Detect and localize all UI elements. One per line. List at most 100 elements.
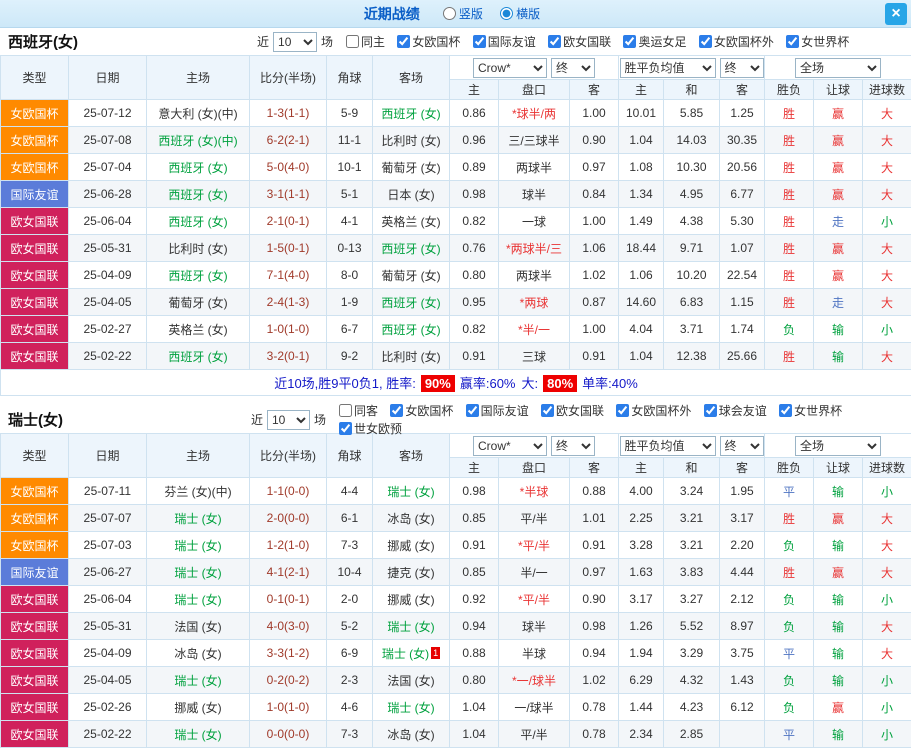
home-team-name: 冰岛 (女) — [174, 646, 222, 661]
league-badge: 欧女国联 — [0, 342, 69, 370]
league-filter[interactable]: 女欧国杯 — [390, 402, 453, 419]
match-date: 25-04-05 — [68, 288, 147, 316]
league-filter[interactable]: 欧女国联 — [548, 33, 611, 50]
odds-lose: 1.74 — [718, 315, 766, 343]
league-filter[interactable]: 国际友谊 — [465, 402, 529, 419]
swiss-league-filters: 同客 女欧国杯 国际友谊 欧女国联 女欧国杯外 球会友谊 女世界杯 世女欧预 — [330, 402, 903, 438]
home-water: 0.86 — [449, 99, 499, 127]
odds-mean-select[interactable]: 胜平负均值 — [619, 57, 716, 78]
league-filter-checkbox[interactable] — [698, 34, 712, 48]
home-team-name: 法国 (女) — [174, 619, 222, 634]
home-team: 瑞士 (女) — [146, 558, 250, 586]
league-filter[interactable]: 国际友谊 — [472, 33, 536, 50]
league-filter-label: 国际友谊 — [480, 403, 529, 418]
league-filter[interactable]: 女世界杯 — [786, 33, 849, 50]
col-header-type: 类型 — [0, 55, 69, 100]
view-mode-option[interactable]: 竖版 — [442, 5, 483, 22]
away-water: 0.94 — [569, 639, 619, 667]
league-filter-checkbox[interactable] — [338, 421, 352, 435]
recent-count-select[interactable]: 10 — [266, 409, 310, 430]
odds-win: 1.04 — [618, 126, 664, 154]
league-filter-checkbox[interactable] — [390, 403, 404, 417]
league-filter-checkbox[interactable] — [397, 34, 411, 48]
odds-draw: 5.85 — [663, 99, 720, 127]
handicap-result: 赢 — [813, 180, 864, 208]
col-header-odds-lose: 客 — [718, 457, 766, 478]
col-header-home: 主场 — [146, 433, 250, 478]
home-team: 瑞士 (女) — [146, 504, 250, 532]
match-date: 25-02-27 — [68, 315, 147, 343]
league-filter[interactable]: 同主 — [346, 33, 385, 50]
league-filter[interactable]: 女欧国杯外 — [698, 33, 774, 50]
league-filter-checkbox[interactable] — [786, 34, 800, 48]
result: 胜 — [764, 504, 815, 532]
league-badge: 女欧国杯 — [0, 126, 69, 154]
odds-time-select[interactable]: 终 — [719, 435, 764, 456]
league-filter-checkbox[interactable] — [338, 403, 352, 417]
league-badge: 欧女国联 — [0, 288, 69, 316]
result: 胜 — [764, 153, 815, 181]
result: 胜 — [764, 207, 815, 235]
recent-count-select[interactable]: 10 — [273, 31, 318, 52]
close-button[interactable]: × — [885, 3, 907, 25]
league-filter[interactable]: 女欧国杯 — [397, 33, 460, 50]
league-filter[interactable]: 球会友谊 — [703, 402, 767, 419]
league-filter-checkbox[interactable] — [548, 34, 562, 48]
goals-result: 小 — [862, 315, 911, 343]
league-filter-checkbox[interactable] — [623, 34, 637, 48]
view-mode-option[interactable]: 横版 — [500, 5, 540, 22]
league-badge: 欧女国联 — [0, 666, 69, 694]
scope-select[interactable]: 全场 — [795, 435, 882, 456]
league-filter-checkbox[interactable] — [779, 403, 793, 417]
scope-select[interactable]: 全场 — [795, 57, 882, 78]
league-filter-checkbox[interactable] — [541, 403, 555, 417]
league-filter[interactable]: 女欧国杯外 — [616, 402, 691, 419]
league-filter-checkbox[interactable] — [472, 34, 486, 48]
league-filter-checkbox[interactable] — [703, 403, 717, 417]
home-water: 0.98 — [449, 180, 499, 208]
handicap-line: *一/球半 — [498, 666, 570, 694]
corners: 5-9 — [326, 99, 373, 127]
view-mode-radio[interactable] — [500, 6, 514, 20]
away-team-name: 西班牙 (女) — [381, 295, 441, 310]
match-date: 25-02-22 — [68, 342, 147, 370]
away-water: 0.87 — [569, 288, 619, 316]
league-filter[interactable]: 女世界杯 — [779, 402, 842, 419]
view-mode-radio[interactable] — [442, 6, 456, 20]
league-badge: 国际友谊 — [0, 180, 69, 208]
handicap-line: 三球 — [498, 342, 570, 370]
league-filter[interactable]: 同客 — [338, 402, 378, 419]
odds-source-select[interactable]: Crow* — [473, 57, 547, 78]
league-filter-checkbox[interactable] — [616, 403, 630, 417]
league-filter-label: 国际友谊 — [487, 34, 536, 49]
match-row: 欧女国联 25-06-04 瑞士 (女) 0-1(0-1) 2-0 挪威 (女)… — [0, 585, 911, 613]
away-team-name: 捷克 (女) — [387, 565, 435, 580]
result: 负 — [764, 585, 815, 613]
home-water: 1.04 — [449, 720, 499, 748]
odds-lose: 5.30 — [718, 207, 766, 235]
home-team-name: 瑞士 (女) — [174, 673, 222, 688]
summary-text: 近10场,胜9平0负1, 胜率: — [274, 376, 416, 391]
handicap-line: 平/半 — [498, 504, 570, 532]
match-row: 国际友谊 25-06-28 西班牙 (女) 3-1(1-1) 5-1 日本 (女… — [0, 180, 911, 208]
odds-mean-select[interactable]: 胜平负均值 — [619, 435, 716, 456]
home-team-name: 芬兰 (女)(中) — [164, 484, 232, 499]
league-filter[interactable]: 欧女国联 — [541, 402, 604, 419]
handicap-result: 走 — [813, 207, 864, 235]
corners: 1-9 — [326, 288, 373, 316]
handicap-time-select[interactable]: 终 — [551, 435, 595, 456]
home-team: 葡萄牙 (女) — [146, 288, 250, 316]
away-water: 0.88 — [569, 477, 619, 505]
handicap-line: 球半 — [498, 612, 570, 640]
home-team: 冰岛 (女) — [146, 639, 250, 667]
odds-source-select[interactable]: Crow* — [473, 435, 547, 456]
odds-time-select[interactable]: 终 — [719, 57, 764, 78]
league-filter-checkbox[interactable] — [465, 403, 479, 417]
league-filter[interactable]: 世女欧预 — [338, 420, 402, 437]
handicap-time-select[interactable]: 终 — [551, 57, 595, 78]
goals-result: 大 — [862, 126, 911, 154]
col-header-away: 客场 — [372, 433, 450, 478]
league-filter-checkbox[interactable] — [346, 34, 360, 48]
league-filter[interactable]: 奥运女足 — [623, 33, 686, 50]
score: 3-3(1-2) — [249, 639, 327, 667]
